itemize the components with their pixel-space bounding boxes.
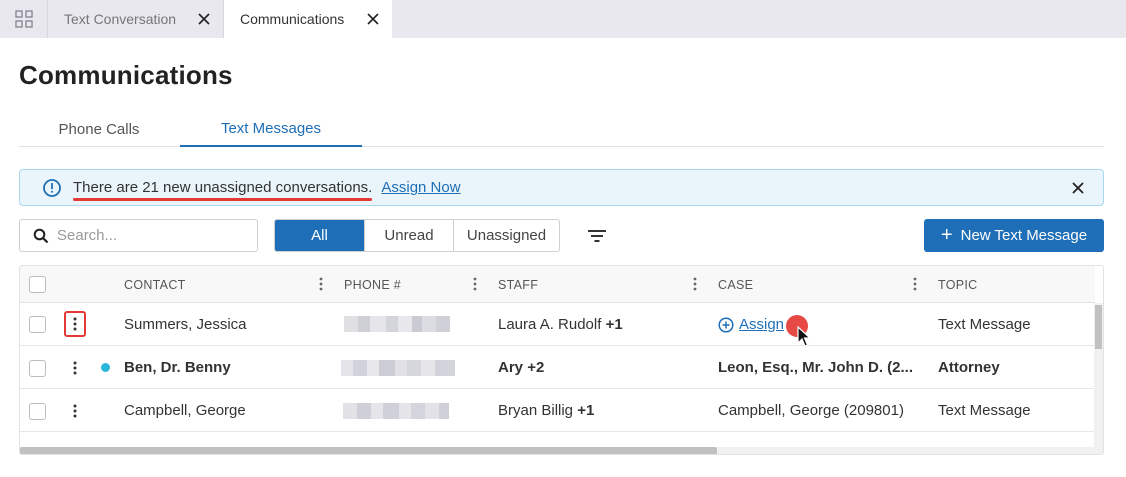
column-header-contact[interactable]: CONTACT [124, 266, 186, 303]
staff-extra-count[interactable]: +2 [527, 359, 544, 376]
info-icon [43, 178, 61, 197]
row-actions-button[interactable] [64, 311, 86, 337]
scrollbar-thumb[interactable] [20, 447, 717, 454]
close-icon[interactable] [197, 12, 211, 26]
staff-cell: Ary +2 [498, 346, 544, 389]
close-icon[interactable] [1071, 181, 1085, 195]
staff-cell: Laura A. Rudolf +1 [498, 303, 623, 346]
assign-now-link[interactable]: Assign Now [381, 179, 460, 196]
topic-cell: Text Message [938, 316, 1031, 333]
more-vertical-icon [73, 317, 77, 331]
staff-extra-count[interactable]: +1 [577, 402, 594, 419]
search-icon [33, 228, 49, 243]
tab-phone-calls[interactable]: Phone Calls [19, 112, 179, 147]
filter-all-button[interactable]: All [275, 220, 364, 251]
phone-redacted [344, 316, 450, 332]
apps-grid-button[interactable] [0, 0, 48, 38]
row-checkbox[interactable] [29, 316, 46, 333]
contact-cell[interactable]: Campbell, George [124, 389, 246, 432]
column-menu-icon[interactable] [319, 277, 323, 291]
highlight-underline [73, 198, 373, 201]
more-vertical-icon [73, 404, 77, 418]
banner-message-text: There are 21 new unassigned conversation… [73, 179, 373, 196]
scrollbar-thumb[interactable] [1095, 305, 1102, 349]
close-icon[interactable] [366, 12, 380, 26]
tab-text-messages[interactable]: Text Messages [180, 112, 362, 147]
case-cell[interactable]: Campbell, George (209801) [718, 389, 904, 432]
table-row[interactable]: Summers, Jessica Laura A. Rudolf +1 Assi… [20, 303, 1095, 346]
column-header-case[interactable]: CASE [718, 266, 753, 303]
row-checkbox[interactable] [29, 403, 46, 420]
topic-cell: Attorney [938, 359, 1000, 376]
row-actions-button[interactable] [64, 398, 86, 424]
filter-icon[interactable] [587, 228, 607, 244]
staff-cell: Bryan Billig +1 [498, 389, 594, 432]
messages-table: CONTACT PHONE # STAFF CASE TOPIC Summers… [19, 265, 1104, 455]
tab-label: Text Conversation [64, 11, 177, 27]
case-cell: Assign [718, 303, 784, 346]
column-menu-icon[interactable] [913, 277, 917, 291]
column-header-topic[interactable]: TOPIC [938, 266, 977, 303]
tab-bar: Text Conversation Communications [0, 0, 1126, 38]
column-header-phone[interactable]: PHONE # [344, 266, 401, 303]
horizontal-scrollbar[interactable] [20, 447, 1095, 454]
staff-name: Bryan Billig [498, 402, 574, 419]
topic-cell: Text Message [938, 402, 1031, 419]
unread-indicator [101, 363, 110, 372]
column-menu-icon[interactable] [473, 277, 477, 291]
filter-unassigned-button[interactable]: Unassigned [453, 220, 559, 251]
staff-extra-count[interactable]: +1 [606, 316, 623, 333]
contact-cell[interactable]: Summers, Jessica [124, 303, 247, 346]
page-title: Communications [19, 60, 233, 90]
column-header-staff[interactable]: STAFF [498, 266, 538, 303]
plus-icon: + [940, 223, 953, 246]
subtab-bar: Phone Calls Text Messages [19, 112, 1104, 147]
banner-message: There are 21 new unassigned conversation… [73, 179, 373, 201]
new-text-message-label: New Text Message [960, 227, 1088, 244]
select-all-checkbox[interactable] [29, 276, 46, 293]
row-actions-button[interactable] [64, 355, 86, 381]
staff-name: Laura A. Rudolf [498, 316, 602, 333]
tab-label: Communications [240, 11, 345, 27]
contact-cell[interactable]: Ben, Dr. Benny [124, 346, 231, 389]
add-circle-icon[interactable] [718, 316, 734, 333]
more-vertical-icon [73, 361, 77, 375]
filter-unread-button[interactable]: Unread [364, 220, 453, 251]
staff-name: Ary [498, 359, 524, 376]
table-header: CONTACT PHONE # STAFF CASE TOPIC [20, 266, 1095, 303]
phone-redacted [343, 403, 449, 419]
assign-case-link[interactable]: Assign [739, 316, 784, 333]
filter-segmented-control: All Unread Unassigned [274, 219, 560, 252]
vertical-scrollbar[interactable] [1094, 303, 1103, 454]
case-cell[interactable]: Leon, Esq., Mr. John D. (2... [718, 346, 913, 389]
table-row[interactable]: Campbell, George Bryan Billig +1 Campbel… [20, 389, 1095, 432]
mouse-pointer-icon [797, 326, 811, 347]
row-checkbox[interactable] [29, 360, 46, 377]
column-menu-icon[interactable] [693, 277, 697, 291]
unassigned-banner: There are 21 new unassigned conversation… [19, 169, 1104, 206]
tab-communications[interactable]: Communications [224, 0, 392, 38]
phone-redacted [341, 360, 455, 376]
new-text-message-button[interactable]: + New Text Message [924, 219, 1104, 252]
tab-text-conversation[interactable]: Text Conversation [48, 0, 224, 38]
search-box[interactable] [19, 219, 258, 252]
table-row[interactable]: Ben, Dr. Benny Ary +2 Leon, Esq., Mr. Jo… [20, 346, 1095, 389]
grid-icon [14, 10, 33, 28]
search-input[interactable] [57, 227, 247, 244]
